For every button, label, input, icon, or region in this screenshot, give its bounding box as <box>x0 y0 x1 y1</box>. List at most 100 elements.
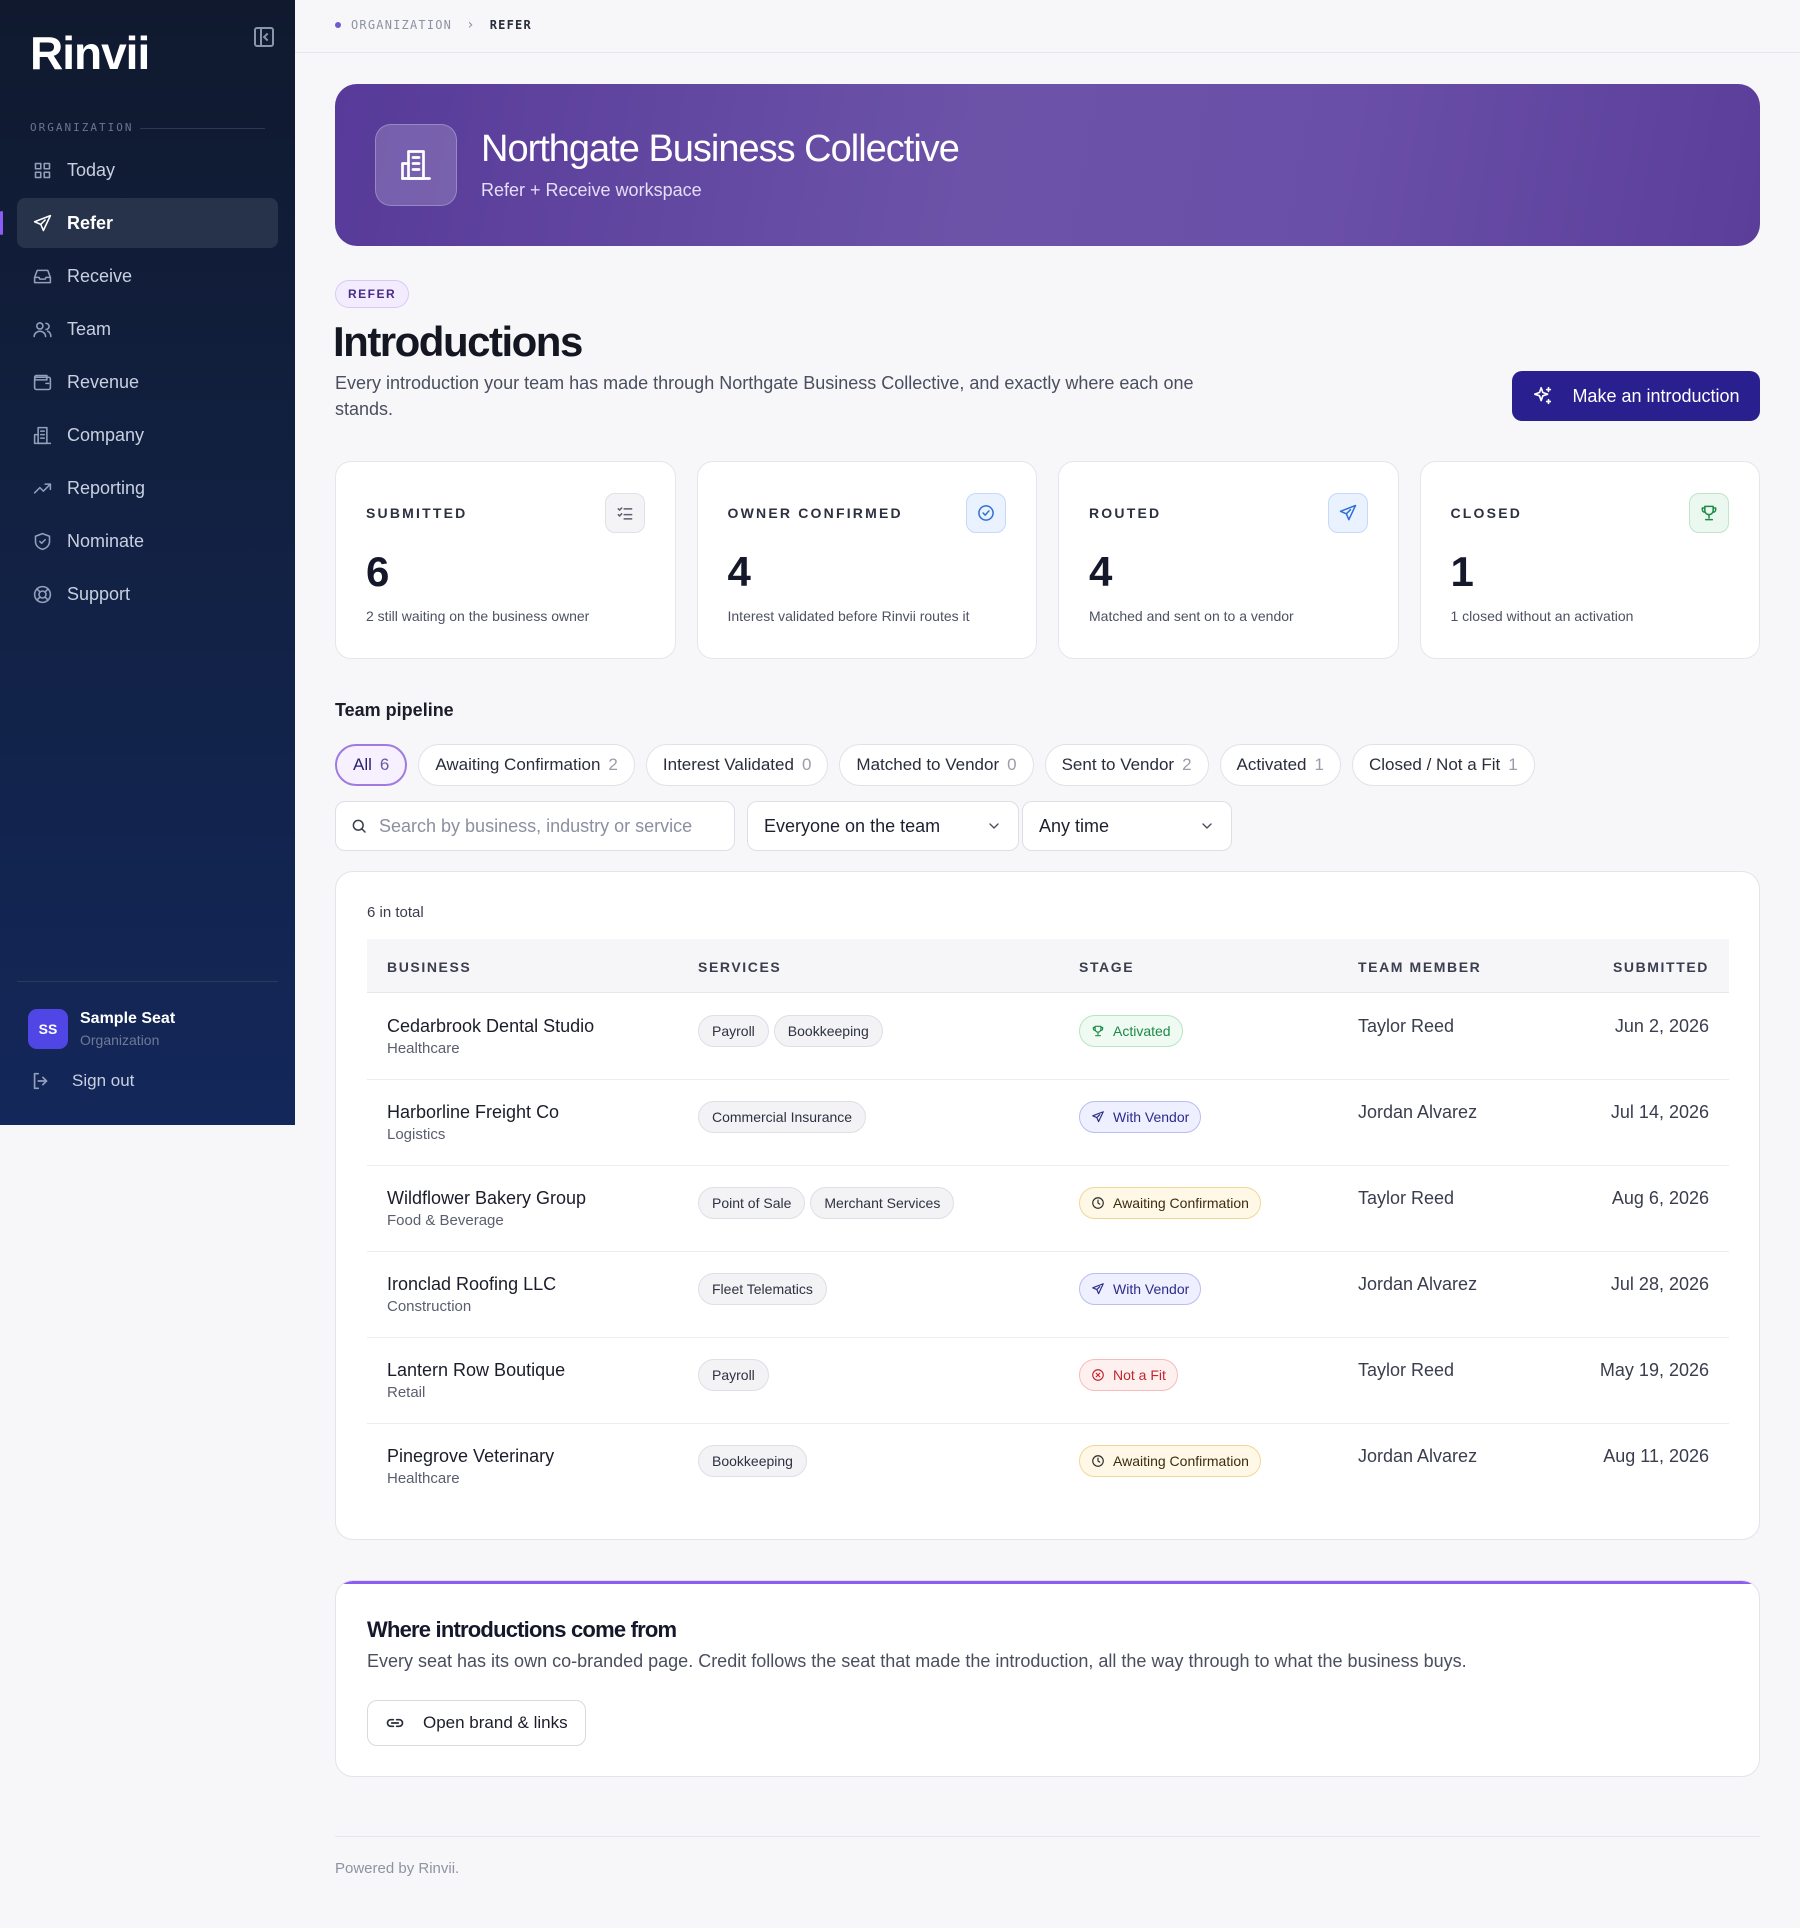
sidebar-item-company[interactable]: Company <box>17 410 278 460</box>
grid-icon <box>34 162 51 178</box>
sidebar-item-reporting[interactable]: Reporting <box>17 463 278 513</box>
breadcrumb-parent[interactable]: ORGANIZATION <box>351 18 452 32</box>
table-row[interactable]: Pinegrove Veterinary Healthcare Bookkeep… <box>367 1424 1729 1510</box>
time-range-select[interactable]: Any time <box>1022 801 1232 851</box>
sidebar-item-today[interactable]: Today <box>17 145 278 195</box>
table-row[interactable]: Ironclad Roofing LLC Construction Fleet … <box>367 1252 1729 1338</box>
filter-chip-interest-validated[interactable]: Interest Validated 0 <box>645 744 829 786</box>
filter-chip-sent-to-vendor[interactable]: Sent to Vendor 2 <box>1044 744 1209 786</box>
open-brand-links-button[interactable]: Open brand & links <box>367 1700 586 1746</box>
submitted-date: Aug 11, 2026 <box>1603 1446 1709 1466</box>
sidebar-divider <box>17 981 278 982</box>
business-industry: Healthcare <box>387 1470 460 1487</box>
send-icon <box>1092 1111 1104 1123</box>
business-name[interactable]: Lantern Row Boutique <box>387 1360 565 1381</box>
table-row[interactable]: Lantern Row Boutique Retail Payroll Not … <box>367 1338 1729 1424</box>
clock-icon <box>1092 1197 1104 1209</box>
business-industry: Logistics <box>387 1126 446 1143</box>
user-name: Sample Seat <box>80 1010 176 1027</box>
business-industry: Food & Beverage <box>387 1212 504 1229</box>
intro-source-card: Where introductions come from Every seat… <box>335 1580 1760 1777</box>
team-member-select-value: Everyone on the team <box>764 815 941 836</box>
business-industry: Healthcare <box>387 1040 460 1057</box>
workspace-banner: Northgate Business Collective Refer + Re… <box>335 84 1760 246</box>
table-row[interactable]: Cedarbrook Dental Studio Healthcare Payr… <box>367 994 1729 1080</box>
chip-count: 0 <box>1007 755 1017 774</box>
table-row[interactable]: Wildflower Bakery Group Food & Beverage … <box>367 1166 1729 1252</box>
services-list: Point of Sale Merchant Services <box>698 1187 955 1219</box>
x-circle-icon <box>1092 1369 1104 1381</box>
stat-card-closed: CLOSED 1 1 closed without an activation <box>1419 461 1760 659</box>
team-member-select[interactable]: Everyone on the team <box>747 801 1019 851</box>
stat-label: CLOSED <box>1450 505 1523 521</box>
business-name[interactable]: Wildflower Bakery Group <box>387 1188 586 1209</box>
sidebar-item-support[interactable]: Support <box>17 569 278 619</box>
avatar[interactable]: SS <box>28 1009 68 1049</box>
service-tag: Bookkeeping <box>698 1445 807 1477</box>
submitted-date: Jun 2, 2026 <box>1614 1016 1709 1036</box>
service-tag: Payroll <box>698 1359 769 1391</box>
column-header-submitted[interactable]: SUBMITTED <box>1613 959 1709 975</box>
send-icon <box>1092 1283 1104 1295</box>
filter-chip-all[interactable]: All 6 <box>335 744 408 786</box>
business-industry: Construction <box>387 1298 472 1315</box>
business-industry: Retail <box>387 1384 426 1401</box>
sidebar: Rinvii ORGANIZATION Today Refer Receive … <box>0 0 295 1125</box>
trend-icon <box>33 482 52 494</box>
filter-chip-matched-to-vendor[interactable]: Matched to Vendor 0 <box>839 744 1034 786</box>
sidebar-nav: Today Refer Receive Team Revenue Company… <box>0 145 278 622</box>
column-header-team-member[interactable]: TEAM MEMBER <box>1358 959 1481 975</box>
search-input[interactable]: Search by business, industry or service <box>335 801 735 851</box>
business-name[interactable]: Pinegrove Veterinary <box>387 1446 554 1467</box>
stage-badge: Awaiting Confirmation <box>1079 1187 1261 1219</box>
chip-label: All <box>353 755 372 774</box>
chip-count: 1 <box>1508 755 1518 774</box>
stat-value: 1 <box>1450 548 1474 595</box>
workspace-title: Northgate Business Collective <box>481 128 960 170</box>
service-tag: Bookkeeping <box>773 1015 883 1047</box>
section-tag: REFER <box>335 280 410 308</box>
breadcrumb-current: REFER <box>489 18 532 32</box>
column-header-business[interactable]: BUSINESS <box>387 959 471 975</box>
inbox-icon <box>33 269 52 283</box>
trophy-icon <box>1689 493 1729 533</box>
business-name[interactable]: Ironclad Roofing LLC <box>387 1274 556 1295</box>
pipeline-filter-chips: All 6 Awaiting Confirmation 2 Interest Val… <box>335 744 1535 786</box>
chip-label: Interest Validated <box>662 755 794 774</box>
make-introduction-button[interactable]: Make an introduction <box>1512 371 1760 421</box>
business-name[interactable]: Cedarbrook Dental Studio <box>387 1016 594 1037</box>
sidebar-item-team[interactable]: Team <box>17 304 278 354</box>
page-title: Introductions <box>333 318 583 365</box>
stage-label: Awaiting Confirmation <box>1113 1453 1249 1469</box>
time-range-select-value: Any time <box>1039 815 1110 836</box>
nav-section-label: ORGANIZATION <box>30 121 134 134</box>
breadcrumb: ORGANIZATION › REFER <box>335 17 532 33</box>
workspace-subtitle: Refer + Receive workspace <box>481 180 702 200</box>
sidebar-item-revenue[interactable]: Revenue <box>17 357 278 407</box>
submitted-date: Jul 14, 2026 <box>1610 1102 1709 1122</box>
column-header-stage[interactable]: STAGE <box>1079 959 1134 975</box>
team-member: Jordan Alvarez <box>1358 1274 1478 1294</box>
sidebar-item-label: Today <box>67 159 116 180</box>
sidebar-item-nominate[interactable]: Nominate <box>17 516 278 566</box>
sidebar-item-receive[interactable]: Receive <box>17 251 278 301</box>
sidebar-item-refer[interactable]: Refer <box>0 198 278 248</box>
filter-chip-awaiting-confirmation[interactable]: Awaiting Confirmation 2 <box>418 744 635 786</box>
filter-chip-closed-not-a-fit[interactable]: Closed / Not a Fit 1 <box>1351 744 1535 786</box>
sign-out-button[interactable]: Sign out <box>30 1070 134 1092</box>
app-logo[interactable]: Rinvii <box>30 26 150 80</box>
sign-out-label: Sign out <box>72 1071 135 1090</box>
sparkle-icon <box>1534 386 1552 405</box>
search-placeholder: Search by business, industry or service <box>379 815 693 836</box>
column-header-services[interactable]: SERVICES <box>698 959 781 975</box>
team-member: Jordan Alvarez <box>1358 1446 1478 1466</box>
trophy-icon <box>1092 1025 1104 1037</box>
stat-note: 2 still waiting on the business owner <box>366 608 590 624</box>
filter-chip-activated[interactable]: Activated 1 <box>1219 744 1341 786</box>
team-member: Taylor Reed <box>1358 1016 1455 1036</box>
sidebar-item-label: Company <box>67 424 145 445</box>
info-title: Where introductions come from <box>367 1617 677 1642</box>
table-row[interactable]: Harborline Freight Co Logistics Commerci… <box>367 1080 1729 1166</box>
sidebar-collapse-icon[interactable] <box>254 27 274 47</box>
business-name[interactable]: Harborline Freight Co <box>387 1102 559 1123</box>
